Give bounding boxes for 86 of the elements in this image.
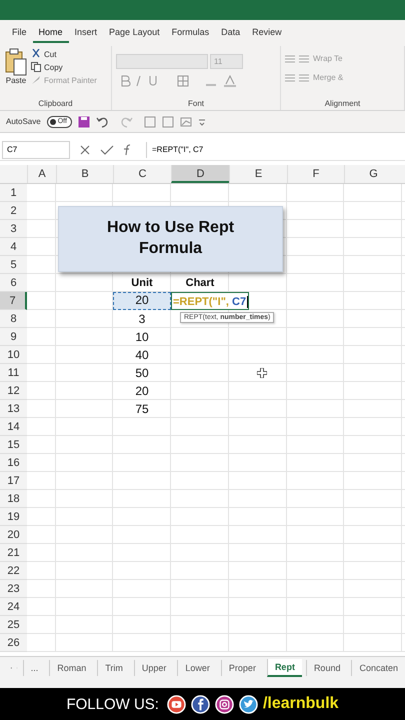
row-header[interactable]: 18	[0, 490, 27, 508]
ribbon-tab[interactable]: Insert	[68, 23, 104, 43]
social-handle: /learnbulk	[262, 695, 339, 713]
row-header[interactable]: 2	[0, 202, 27, 220]
row-header[interactable]: 12	[0, 382, 27, 400]
sheet-tab[interactable]: Concaten	[351, 660, 405, 676]
row-header[interactable]: 19	[0, 508, 27, 526]
row-header[interactable]: 24	[0, 598, 27, 616]
video-icon[interactable]	[166, 694, 186, 714]
row-header[interactable]: 26	[0, 634, 27, 652]
align-icon	[285, 74, 309, 82]
row-header[interactable]: 10	[0, 346, 27, 364]
ribbon-tab[interactable]: Data	[215, 23, 246, 43]
table-cell-text: 20	[134, 383, 150, 400]
sheet-tab[interactable]: Rept	[266, 658, 302, 676]
row-header[interactable]: 4	[0, 238, 27, 256]
row-header[interactable]: 8	[0, 310, 27, 328]
row-header[interactable]: 3	[0, 220, 27, 238]
align-icon	[285, 54, 309, 62]
ribbon-tab[interactable]: Formulas	[166, 23, 216, 43]
title-card: How to Use Rept Formula	[58, 206, 283, 272]
column-header[interactable]: B	[56, 165, 113, 183]
row-header[interactable]: 15	[0, 436, 27, 454]
column-heading: Unit	[130, 276, 154, 291]
copy-icon	[31, 62, 41, 72]
row-header[interactable]: 23	[0, 580, 27, 598]
ribbon-tab[interactable]: Review	[246, 23, 288, 43]
group-label: Clipboard	[37, 99, 74, 108]
font-name-field[interactable]	[116, 54, 208, 69]
group-label: Alignment	[324, 99, 362, 108]
row-header[interactable]: 6	[0, 274, 27, 292]
row-header[interactable]: 1	[0, 184, 27, 202]
chart-icon[interactable]	[180, 116, 192, 128]
save-icon[interactable]	[78, 116, 90, 128]
editing-cell[interactable]: =REPT("I", C7	[171, 292, 250, 310]
row-header[interactable]: 20	[0, 526, 27, 544]
sheet-tab[interactable]: Round	[306, 660, 348, 676]
table-cell-text: 10	[134, 329, 150, 346]
row-header[interactable]: 25	[0, 616, 27, 634]
cursor-icon	[257, 368, 267, 378]
column-header[interactable]: D	[171, 165, 229, 183]
paste-button[interactable]: Paste	[4, 48, 28, 86]
formula-field[interactable]: =REPT("I", C7	[146, 142, 405, 158]
name-box[interactable]: C7	[2, 141, 70, 159]
table-cell-text: 75	[134, 401, 150, 418]
scissors-icon	[31, 49, 41, 59]
document-icon[interactable]	[144, 116, 156, 128]
table-cell: 20	[113, 292, 171, 310]
group-label: Font	[186, 99, 205, 108]
autosave-label: AutoSave	[6, 117, 41, 126]
facebook-icon[interactable]	[190, 694, 210, 714]
sheet-tab[interactable]: Roman	[49, 660, 94, 676]
copy-button[interactable]: Copy	[31, 61, 97, 73]
column-header[interactable]: F	[287, 165, 344, 183]
row-header[interactable]: 5	[0, 256, 27, 274]
brush-icon	[31, 75, 41, 85]
column-header[interactable]: E	[229, 165, 287, 183]
sheet-tab[interactable]: ...	[22, 660, 46, 676]
camera-icon[interactable]	[214, 694, 234, 714]
table-cell-text: 3	[138, 311, 146, 328]
clipboard-icon	[4, 48, 28, 76]
ribbon-tab[interactable]: File	[6, 23, 33, 43]
ribbon-tab[interactable]: Page Layout	[103, 23, 166, 43]
ribbon-tab[interactable]: Home	[32, 23, 69, 43]
row-header[interactable]: 13	[0, 400, 27, 418]
row-header[interactable]: 16	[0, 454, 27, 472]
table-cell-text: 40	[134, 347, 150, 364]
document-icon[interactable]	[162, 116, 174, 128]
column-header[interactable]: A	[27, 165, 56, 183]
bird-icon[interactable]	[238, 694, 258, 714]
row-header[interactable]: 7	[0, 292, 27, 310]
cut-button[interactable]: Cut	[31, 48, 97, 60]
row-header[interactable]: 9	[0, 328, 27, 346]
sheet-tab[interactable]: Lower	[177, 660, 217, 676]
row-header[interactable]: 14	[0, 418, 27, 436]
sheet-tab[interactable]: Upper	[134, 660, 174, 676]
follow-label: FOLLOW US:	[66, 696, 159, 712]
row-header[interactable]: 21	[0, 544, 27, 562]
row-header[interactable]: 22	[0, 562, 27, 580]
column-header[interactable]: G	[344, 165, 402, 183]
row-header[interactable]: 11	[0, 364, 27, 382]
row-header[interactable]: 17	[0, 472, 27, 490]
column-heading: Chart	[184, 276, 216, 291]
table-cell-text: 50	[134, 365, 150, 382]
sheet-tab[interactable]: Trim	[97, 660, 130, 676]
sheet-tab[interactable]: Proper	[220, 660, 263, 676]
